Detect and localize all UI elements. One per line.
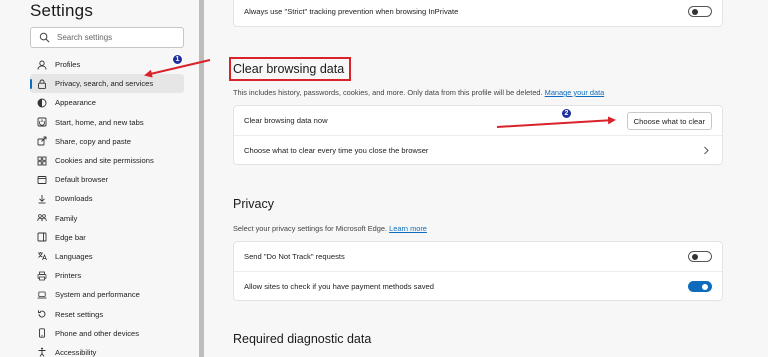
required-diagnostic-data-title: Required diagnostic data <box>233 332 372 346</box>
do-not-track-toggle[interactable] <box>688 251 712 262</box>
toggle-knob <box>692 9 698 15</box>
languages-icon <box>37 251 47 261</box>
sidebar-item-label: Reset settings <box>55 309 104 319</box>
sidebar-item-label: Accessibility <box>55 347 97 357</box>
strict-inprivate-toggle[interactable] <box>688 6 712 17</box>
accessibility-icon <box>37 347 47 357</box>
sidebar-item-label: Downloads <box>55 194 93 204</box>
annotation-highlight-box <box>229 57 351 81</box>
setting-label: Clear browsing data now <box>244 116 328 125</box>
search-icon <box>39 32 50 43</box>
sidebar-item-label: Default browser <box>55 175 109 185</box>
setting-label: Always use "Strict" tracking prevention … <box>244 7 459 16</box>
sidebar-item-downloads[interactable]: Downloads <box>30 189 184 208</box>
tracking-card: Always use "Strict" tracking prevention … <box>233 0 723 27</box>
sidebar-item-label: Privacy, search, and services <box>55 79 154 89</box>
setting-label: Choose what to clear every time you clos… <box>244 145 429 155</box>
sidebar-item-phone[interactable]: Phone and other devices <box>30 324 184 343</box>
sidebar-item-label: Printers <box>55 271 82 281</box>
setting-label: Send "Do Not Track" requests <box>244 252 345 261</box>
setting-row-strict-inprivate: Always use "Strict" tracking prevention … <box>234 0 722 26</box>
sidebar-item-profiles[interactable]: Profiles <box>30 55 184 74</box>
description-text: Select your privacy settings for Microso… <box>233 224 388 233</box>
sidebar-item-start-home[interactable]: Start, home, and new tabs <box>30 113 184 132</box>
sidebar-item-edge-bar[interactable]: Edge bar <box>30 228 184 247</box>
settings-title: Settings <box>30 1 94 20</box>
sidebar-item-system[interactable]: System and performance <box>30 285 184 304</box>
privacy-card: Send "Do Not Track" requests Allow sites… <box>233 241 723 301</box>
privacy-title: Privacy <box>233 197 274 211</box>
sidebar-item-default-browser[interactable]: Default browser <box>30 170 184 189</box>
learn-more-link[interactable]: Learn more <box>389 224 427 233</box>
sidebar-item-label: Phone and other devices <box>55 328 140 338</box>
sidebar-item-privacy[interactable]: Privacy, search, and services <box>30 74 184 94</box>
annotation-badge-1: 1 <box>172 54 183 65</box>
sidebar-item-label: System and performance <box>55 290 140 300</box>
edge-bar-icon <box>37 232 47 242</box>
sidebar-item-label: Edge bar <box>55 232 86 242</box>
sidebar-item-label: Profiles <box>55 60 81 70</box>
cookie-grid-icon <box>37 156 47 166</box>
sidebar-item-appearance[interactable]: Appearance <box>30 93 184 112</box>
clear-browsing-data-description: This includes history, passwords, cookie… <box>233 88 604 97</box>
main-content: Always use "Strict" tracking prevention … <box>204 0 768 357</box>
sidebar-item-share-copy[interactable]: Share, copy and paste <box>30 132 184 151</box>
sidebar-nav: Profiles Privacy, search, and services A… <box>30 55 184 357</box>
power-icon <box>37 117 47 127</box>
share-icon <box>37 136 47 146</box>
search-input[interactable] <box>57 30 177 45</box>
setting-label: Allow sites to check if you have payment… <box>244 281 434 291</box>
search-box[interactable] <box>30 27 184 48</box>
chevron-right-icon <box>704 146 709 155</box>
browser-icon <box>37 175 47 185</box>
sidebar-item-label: Family <box>55 213 78 223</box>
sidebar-item-label: Share, copy and paste <box>55 136 131 146</box>
settings-sidebar: Settings Profiles Privacy, search, and s… <box>0 0 196 357</box>
lock-icon <box>37 79 47 89</box>
laptop-icon <box>37 290 47 300</box>
sidebar-item-accessibility[interactable]: Accessibility <box>30 343 184 357</box>
sidebar-item-label: Languages <box>55 251 93 261</box>
sidebar-item-cookies[interactable]: Cookies and site permissions <box>30 151 184 170</box>
toggle-knob <box>702 284 708 290</box>
privacy-description: Select your privacy settings for Microso… <box>233 224 427 233</box>
download-icon <box>37 194 47 204</box>
setting-row-clear-on-close[interactable]: Choose what to clear every time you clos… <box>234 135 722 164</box>
sidebar-item-label: Start, home, and new tabs <box>55 117 144 127</box>
manage-your-data-link[interactable]: Manage your data <box>545 88 605 97</box>
annotation-badge-2: 2 <box>561 108 572 119</box>
sidebar-item-printers[interactable]: Printers <box>30 266 184 285</box>
sidebar-item-label: Appearance <box>55 98 96 108</box>
setting-row-clear-now: Clear browsing data now Choose what to c… <box>234 106 722 135</box>
family-icon <box>37 213 47 223</box>
payment-methods-toggle[interactable] <box>688 281 712 292</box>
setting-row-do-not-track: Send "Do Not Track" requests <box>234 242 722 271</box>
setting-row-payment-methods: Allow sites to check if you have payment… <box>234 271 722 300</box>
appearance-icon <box>37 98 47 108</box>
sidebar-item-languages[interactable]: Languages <box>30 247 184 266</box>
description-text: This includes history, passwords, cookie… <box>233 88 543 97</box>
phone-icon <box>37 328 47 338</box>
toggle-knob <box>692 254 698 260</box>
printer-icon <box>37 271 47 281</box>
sidebar-item-family[interactable]: Family <box>30 209 184 228</box>
profile-icon <box>37 60 47 70</box>
sidebar-item-label: Cookies and site permissions <box>55 156 154 166</box>
choose-what-to-clear-button[interactable]: Choose what to clear <box>626 112 712 130</box>
reset-icon <box>37 309 47 319</box>
sidebar-item-reset[interactable]: Reset settings <box>30 304 184 323</box>
clear-browsing-data-card: Clear browsing data now Choose what to c… <box>233 105 723 165</box>
